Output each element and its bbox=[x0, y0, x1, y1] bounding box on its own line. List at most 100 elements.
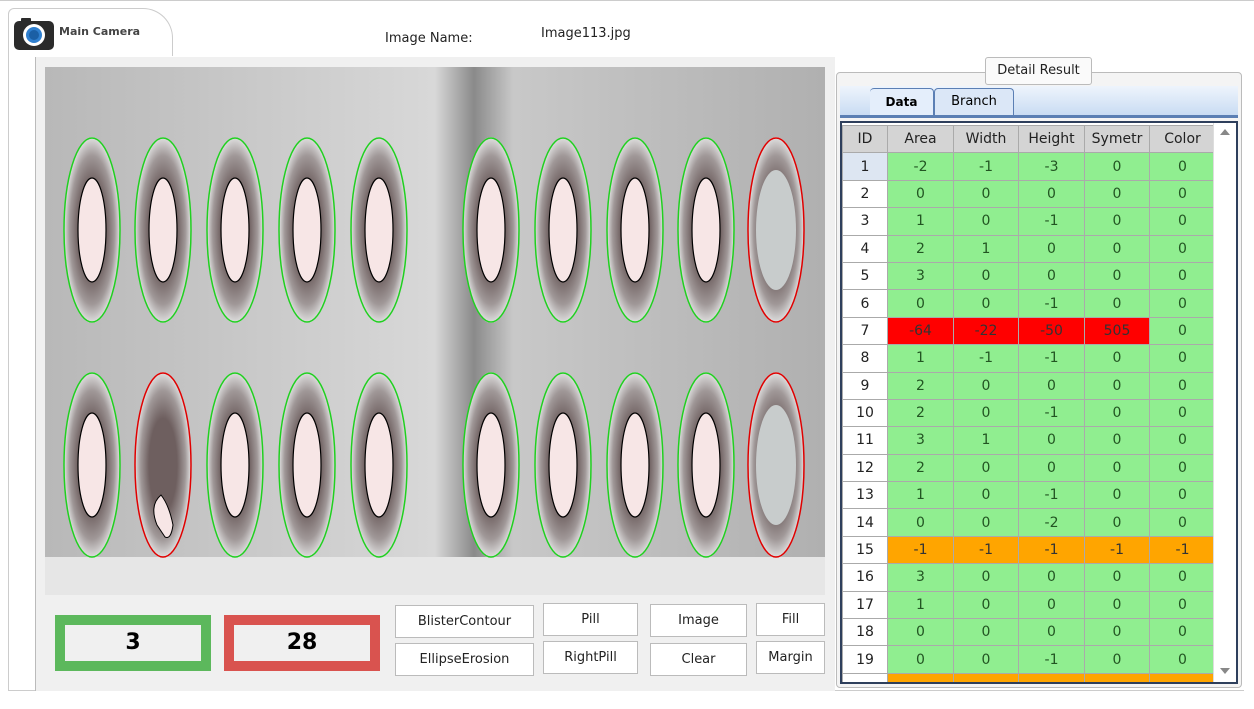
table-row[interactable]: 920000 bbox=[842, 371, 1216, 400]
table-row[interactable]: 10 2 0 -1 0 0 bbox=[842, 398, 1216, 428]
table-row[interactable]: 14 0 0 -2 0 0 bbox=[842, 508, 1216, 537]
data-cell: 0 bbox=[1149, 563, 1216, 592]
tab-label: Main Camera bbox=[59, 25, 141, 38]
data-cell: 0 bbox=[953, 207, 1019, 236]
data-cell: 0 bbox=[1149, 344, 1216, 373]
table-row[interactable]: 17 1 0 0 0 0 bbox=[842, 590, 1216, 620]
data-cell bbox=[953, 672, 1019, 682]
data-cell: 0 bbox=[953, 508, 1019, 537]
data-cell: 1 bbox=[887, 481, 954, 510]
data-cell: 0 bbox=[1084, 590, 1150, 620]
data-cell: 1 bbox=[953, 234, 1019, 263]
data-cell: -1 bbox=[1018, 645, 1085, 674]
data-cell: 0 bbox=[1149, 289, 1216, 318]
clear-button[interactable]: Clear bbox=[650, 643, 747, 676]
vertical-scrollbar[interactable] bbox=[1213, 123, 1236, 682]
data-cell: 0 bbox=[953, 618, 1019, 647]
image-name-value: Image113.jpg bbox=[541, 26, 631, 41]
tab-main-camera[interactable]: Main Camera bbox=[8, 8, 173, 56]
data-cell: 0 bbox=[953, 645, 1019, 674]
data-cell: -50 bbox=[1018, 316, 1085, 346]
table-row[interactable]: 1 -2 -1 -3 0 0 bbox=[842, 152, 1216, 181]
table-row[interactable]: 15 -1 -1 -1 -1 -1 bbox=[842, 535, 1216, 565]
data-cell: 0 bbox=[1149, 179, 1216, 209]
data-cell: 1 bbox=[887, 207, 954, 236]
table-row[interactable]: 13 1 0 -1 0 0 bbox=[842, 481, 1216, 510]
image-name-label: Image Name: bbox=[385, 31, 473, 46]
data-cell bbox=[1018, 672, 1085, 682]
data-cell: 0 bbox=[1149, 234, 1216, 263]
camera-icon bbox=[14, 18, 54, 50]
data-cell: 0 bbox=[1149, 426, 1216, 455]
table-row[interactable]: 7 -64 -22 -50 505 0 bbox=[842, 316, 1216, 346]
data-cell: 0 bbox=[1149, 152, 1216, 181]
pill bbox=[292, 177, 322, 283]
data-cell: 0 bbox=[1149, 481, 1216, 510]
empty-cavity bbox=[756, 405, 796, 525]
data-cell: 0 bbox=[1149, 453, 1216, 483]
table-row[interactable] bbox=[842, 672, 1216, 682]
blister-contour-button[interactable]: BlisterContour bbox=[395, 605, 534, 638]
column-header[interactable]: Symetr bbox=[1084, 124, 1150, 154]
row-id: 15 bbox=[842, 535, 888, 565]
data-cell: 0 bbox=[1018, 426, 1085, 455]
top-border bbox=[0, 0, 1254, 1]
bad-count: 28 bbox=[224, 615, 380, 671]
data-cell: -3 bbox=[1018, 152, 1085, 181]
data-cell: 0 bbox=[1018, 590, 1085, 620]
tab-data[interactable]: Data bbox=[870, 88, 934, 115]
data-cell: 0 bbox=[1084, 481, 1150, 510]
pill bbox=[292, 412, 322, 518]
table-row[interactable]: 3 1 0 -1 0 0 bbox=[842, 207, 1216, 236]
row-id: 4 bbox=[842, 234, 888, 263]
data-cell: 0 bbox=[953, 371, 1019, 400]
image-button[interactable]: Image bbox=[650, 604, 747, 637]
data-cell: 0 bbox=[1018, 618, 1085, 647]
table-row[interactable]: 8 1 -1 -1 0 0 bbox=[842, 344, 1216, 373]
column-header[interactable]: Width bbox=[953, 124, 1019, 154]
detail-data-grid[interactable]: ID Area Width Height Symetr Color 1 -2 -1 -3 0 0 2 0 0… bbox=[840, 121, 1238, 684]
row-id: 5 bbox=[842, 261, 888, 291]
scroll-up-icon[interactable] bbox=[1220, 129, 1230, 135]
row-id: 13 bbox=[842, 481, 888, 510]
table-row[interactable]: 11 3 1 0 0 0 bbox=[842, 426, 1216, 455]
column-header[interactable]: Height bbox=[1018, 124, 1085, 154]
pill bbox=[691, 412, 721, 518]
scroll-down-icon[interactable] bbox=[1220, 668, 1230, 674]
column-header[interactable]: Color bbox=[1149, 124, 1216, 154]
table-row[interactable]: 12 2 0 0 0 0 bbox=[842, 453, 1216, 483]
table-row[interactable]: 6 0 0 -1 0 0 bbox=[842, 289, 1216, 318]
pill bbox=[364, 177, 394, 283]
table-row[interactable]: 421000 bbox=[842, 234, 1216, 263]
data-cell: 0 bbox=[953, 563, 1019, 592]
row-id: 19 bbox=[842, 645, 888, 674]
ellipse-erosion-button[interactable]: EllipseErosion bbox=[395, 643, 534, 676]
column-header[interactable]: ID bbox=[842, 124, 888, 154]
pill-button[interactable]: Pill bbox=[543, 603, 638, 636]
pill bbox=[620, 177, 650, 283]
data-cell: 0 bbox=[953, 590, 1019, 620]
pill bbox=[476, 412, 506, 518]
good-count: 3 bbox=[55, 615, 211, 671]
data-cell: 0 bbox=[1084, 289, 1150, 318]
table-row[interactable]: 18 0 0 0 0 0 bbox=[842, 618, 1216, 647]
pill bbox=[548, 412, 578, 518]
fill-button[interactable]: Fill bbox=[756, 603, 825, 636]
table-row[interactable]: 530000 bbox=[842, 261, 1216, 291]
column-header[interactable]: Area bbox=[887, 124, 954, 154]
row-id bbox=[842, 672, 888, 682]
pill bbox=[77, 177, 107, 283]
data-cell: 0 bbox=[887, 179, 954, 209]
data-cell: 0 bbox=[1084, 371, 1150, 400]
right-pill-button[interactable]: RightPill bbox=[543, 641, 638, 674]
data-cell: 0 bbox=[953, 398, 1019, 428]
table-row[interactable]: 16 3 0 0 0 0 bbox=[842, 563, 1216, 592]
table-row[interactable]: 200000 bbox=[842, 179, 1216, 209]
table-row[interactable]: 19 0 0 -1 0 0 bbox=[842, 645, 1216, 674]
data-cell: 0 bbox=[1018, 234, 1085, 263]
row-id: 8 bbox=[842, 344, 888, 373]
detail-tabs: Data Branch bbox=[840, 86, 1238, 118]
tab-branch[interactable]: Branch bbox=[934, 88, 1014, 115]
data-cell: 0 bbox=[1149, 508, 1216, 537]
margin-button[interactable]: Margin bbox=[756, 641, 825, 674]
